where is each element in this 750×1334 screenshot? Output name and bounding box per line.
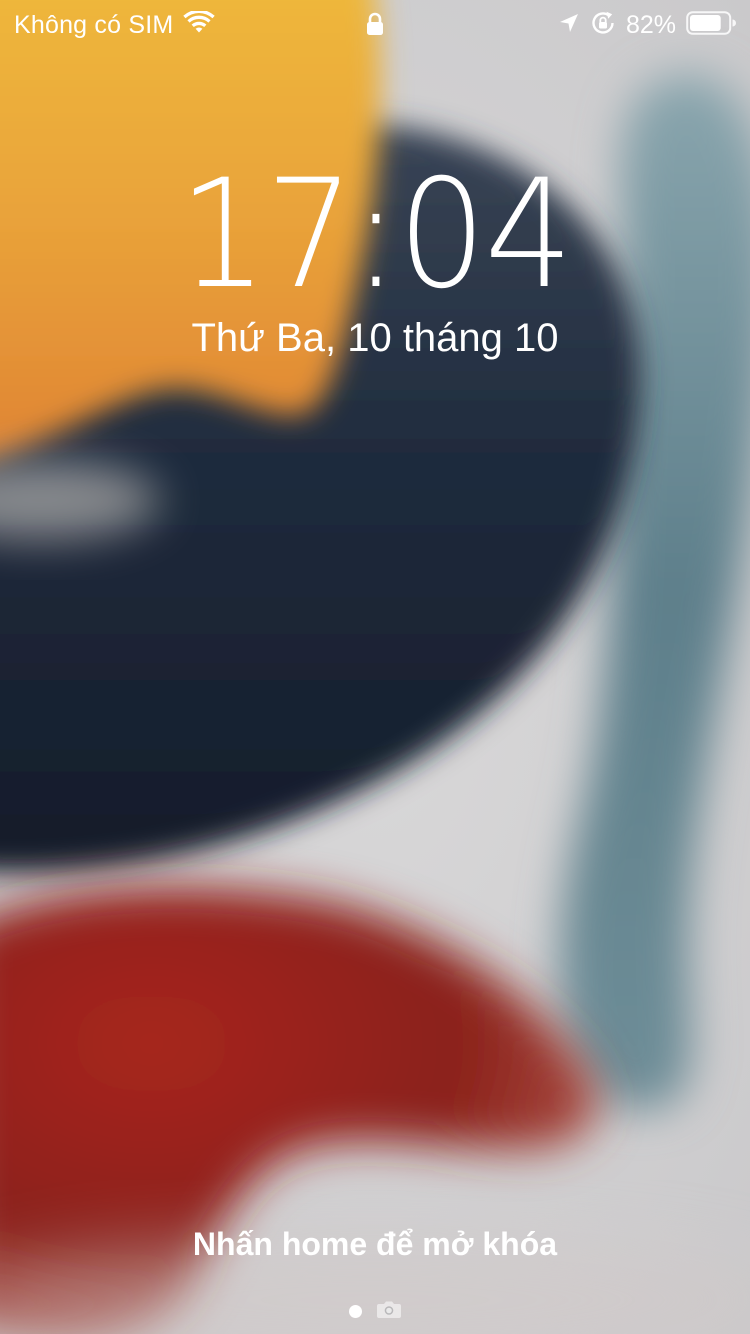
status-right: 82% <box>558 8 736 42</box>
battery-icon <box>686 10 736 40</box>
lock-screen-time: 17:04 <box>178 148 574 322</box>
carrier-label: Không có SIM <box>14 11 174 39</box>
lock-screen-date: Thứ Ba, 10 tháng 10 <box>191 316 559 360</box>
lock-screen: Không có SIM 82% 17:04 Thứ Ba, 10 tháng … <box>0 0 750 1334</box>
location-arrow-icon <box>558 12 580 39</box>
battery-percent: 82% <box>625 11 676 39</box>
status-bar: Không có SIM 82% <box>0 0 750 48</box>
battery-fill <box>690 14 721 31</box>
lock-icon <box>364 12 386 36</box>
page-indicator <box>0 1300 750 1322</box>
rotation-lock-icon <box>590 10 616 41</box>
wifi-icon <box>183 9 216 40</box>
page-dot <box>348 1304 362 1318</box>
unlock-hint: Nhấn home để mở khóa <box>192 1226 558 1262</box>
camera-icon[interactable] <box>376 1299 402 1324</box>
status-left: Không có SIM <box>14 8 216 42</box>
